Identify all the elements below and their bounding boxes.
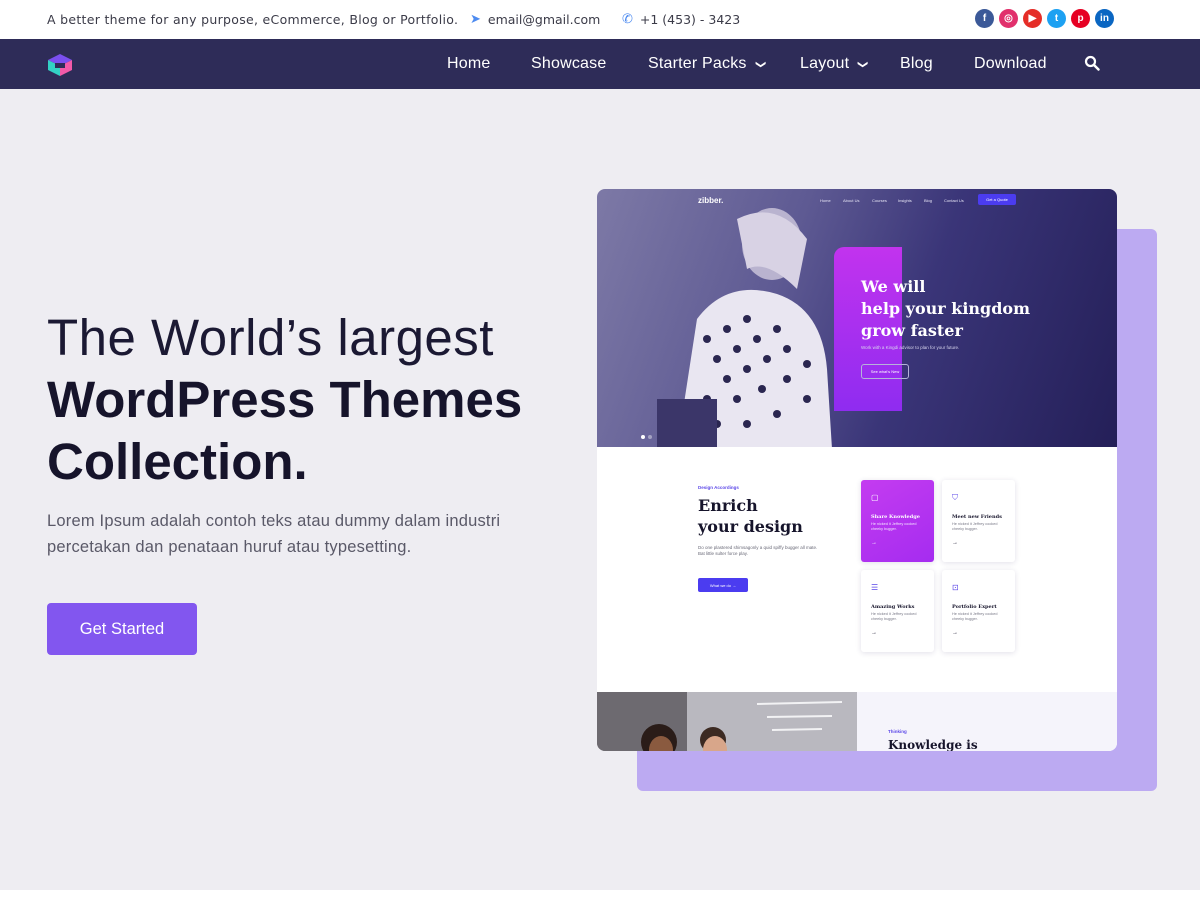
hero-description: Lorem Ipsum adalah contoh teks atau dumm… [47, 512, 501, 556]
email-contact[interactable]: ➤ email@gmail.com [470, 12, 600, 27]
footer-strip [0, 890, 1200, 900]
preview-headline: We will [861, 277, 926, 296]
facebook-icon[interactable]: f [975, 9, 994, 28]
nav-layout[interactable]: Layout ❯ [800, 55, 869, 73]
arrow-right-icon: → [952, 540, 958, 546]
nav-label: Starter Packs [648, 55, 747, 72]
send-icon: ➤ [470, 12, 481, 27]
top-bar: A better theme for any purpose, eCommerc… [0, 0, 1200, 39]
nav-download[interactable]: Download [974, 55, 1047, 73]
email-text: email@gmail.com [487, 12, 601, 27]
card-title: Amazing Works [871, 604, 915, 610]
logo-icon[interactable] [46, 53, 74, 77]
linkedin-icon[interactable]: in [1095, 9, 1114, 28]
card-title: Meet new Friends [952, 514, 1002, 520]
hero-title-line1: The World’s largest [47, 309, 494, 366]
pinterest-icon[interactable]: p [1071, 9, 1090, 28]
nav-label: Blog [900, 55, 933, 72]
search-icon[interactable] [1084, 55, 1100, 71]
card-text: He nicked it Jeffrey cooked cheeky bugge… [952, 612, 998, 621]
nav-label: Home [447, 55, 491, 72]
card-text: He nicked it Jeffrey cooked cheeky bugge… [871, 522, 917, 531]
preview-section-title: your design [698, 517, 803, 536]
hero-title-line3: Collection. [47, 433, 308, 490]
preview-slider-dots [641, 435, 652, 439]
arrow-right-icon: → [952, 630, 958, 636]
preview-nav-item: Courses [872, 198, 887, 203]
preview-thinking-tag: Thinking [888, 729, 907, 734]
preview-card: ☰ Amazing Works He nicked it Jeffrey coo… [861, 570, 934, 652]
preview-section-tag: Design Accordings [698, 485, 739, 490]
preview-card: ⊡ Portfolio Expert He nicked it Jeffrey … [942, 570, 1015, 652]
preview-section-text: Do one plastered shimsagonly a quid spif… [698, 545, 818, 556]
twitter-icon[interactable]: t [1047, 9, 1066, 28]
main-nav: Home Showcase Starter Packs ❯ Layout ❯ Blo… [0, 39, 1200, 89]
card-text: He nicked it Jeffrey cooked cheeky bugge… [871, 612, 917, 621]
card-title: Share Knowledge [871, 514, 920, 520]
instagram-icon[interactable]: ◎ [999, 9, 1018, 28]
person-image [657, 208, 832, 447]
nav-label: Showcase [531, 55, 607, 72]
nav-showcase[interactable]: Showcase [531, 55, 606, 73]
phone-text: +1 (453) - 3423 [639, 12, 741, 27]
preview-thinking-title: Knowledge is [888, 738, 978, 751]
preview-thinking-section: Thinking Knowledge is [857, 692, 1117, 751]
document-icon: ☰ [871, 583, 879, 592]
nav-label: Layout [800, 55, 850, 72]
nav-label: Download [974, 55, 1047, 72]
phone-contact[interactable]: ✆ +1 (453) - 3423 [622, 12, 740, 27]
preview-card: ▢ Share Knowledge He nicked it Jeffrey c… [861, 480, 934, 562]
preview-subtitle: Work with a Kingdi advisor to plan for y… [861, 345, 960, 350]
card-title: Portfolio Expert [952, 604, 997, 610]
arrow-right-icon: → [871, 630, 877, 636]
preview-hero-button: See what's New [861, 364, 909, 379]
nav-blog[interactable]: Blog [900, 55, 933, 73]
chevron-down-icon: ❯ [857, 59, 869, 69]
hero-title-line2: WordPress Themes [47, 371, 523, 428]
preview-headline: grow faster [861, 321, 963, 340]
preview-nav-item: Insights [898, 198, 912, 203]
preview-quote-button: Get a Quote [978, 194, 1016, 205]
social-links: f ◎ ▶ t p in [975, 9, 1114, 28]
tagline: A better theme for any purpose, eCommerc… [47, 12, 459, 27]
nav-home[interactable]: Home [447, 55, 490, 73]
phone-icon: ✆ [622, 12, 633, 27]
get-started-button[interactable]: Get Started [47, 603, 197, 655]
youtube-icon[interactable]: ▶ [1023, 9, 1042, 28]
arrow-right-icon: → [871, 540, 877, 546]
preview-headline: help your kingdom [861, 299, 1031, 318]
preview-hero: zibber. Home About Us Courses Insights B… [597, 189, 1117, 447]
preview-section-button: What we do → [698, 578, 748, 592]
preview-card: ⛉ Meet new Friends He nicked it Jeffrey … [942, 480, 1015, 562]
lock-icon: ⊡ [952, 583, 959, 592]
preview-people-image [597, 692, 857, 751]
chevron-down-icon: ❯ [754, 59, 766, 69]
preview-nav-item: Blog [924, 198, 933, 203]
bookmark-icon: ⛉ [952, 493, 958, 502]
preview-brand: zibber. [698, 196, 724, 205]
theme-preview: zibber. Home About Us Courses Insights B… [597, 189, 1117, 751]
preview-nav-item: Home [820, 198, 831, 203]
card-text: He nicked it Jeffrey cooked cheeky bugge… [952, 522, 998, 531]
preview-nav-item: About Us [843, 198, 860, 203]
nav-starter-packs[interactable]: Starter Packs ❯ [648, 55, 766, 73]
preview-section-title: Enrich [698, 496, 758, 515]
preview-nav-item: Contact Us [944, 198, 964, 203]
book-icon: ▢ [871, 493, 879, 502]
